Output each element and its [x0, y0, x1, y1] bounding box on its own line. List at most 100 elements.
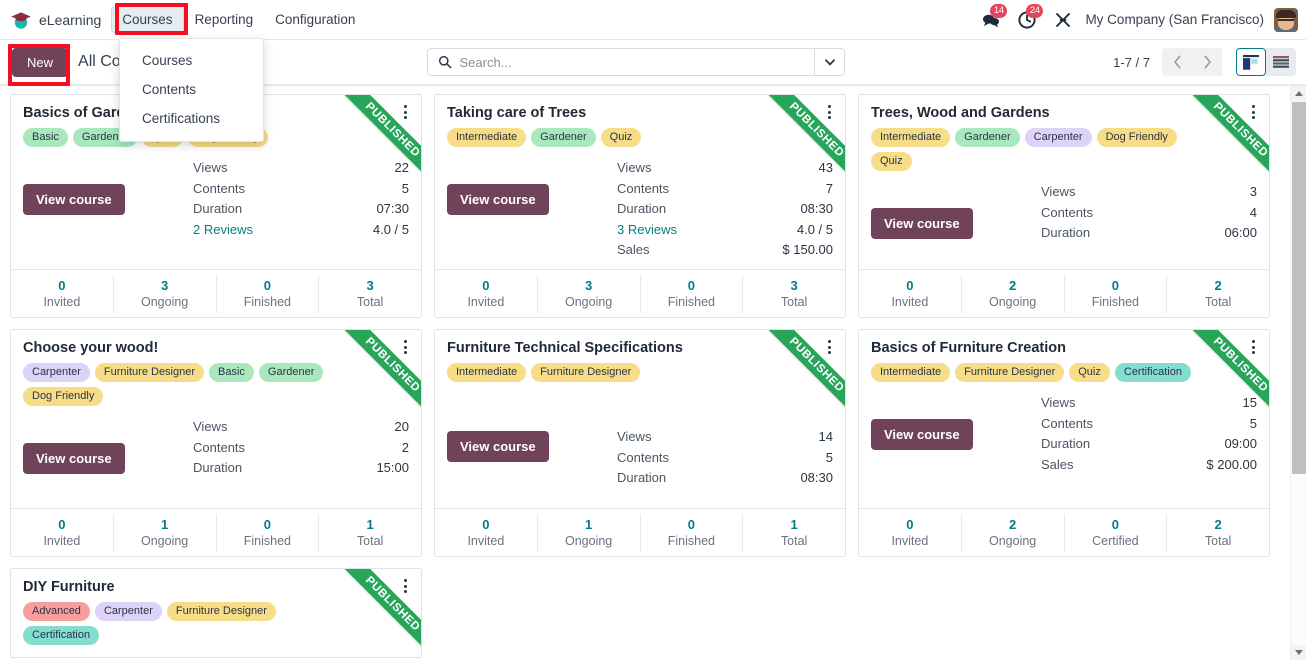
view-list-button[interactable] [1266, 48, 1296, 76]
nav-item-courses[interactable]: Courses [111, 6, 184, 33]
view-course-button[interactable]: View course [23, 443, 125, 474]
nav-item-configuration[interactable]: Configuration [264, 6, 366, 33]
dropdown-item-certifications[interactable]: Certifications [120, 104, 263, 133]
graduation-cap-icon [10, 9, 32, 31]
view-course-button[interactable]: View course [23, 184, 125, 215]
footer-cell-total[interactable]: 3 Total [743, 275, 845, 313]
footer-cell-invited[interactable]: 0 Invited [435, 513, 538, 552]
card-menu-button[interactable] [822, 103, 836, 121]
tag[interactable]: Furniture Designer [955, 363, 1065, 382]
tag[interactable]: Basic [209, 363, 254, 382]
tag[interactable]: Basic [23, 128, 68, 147]
tag[interactable]: Gardener [258, 363, 324, 382]
footer-cell-invited[interactable]: 0 Invited [859, 513, 962, 552]
scrollbar-down-button[interactable] [1291, 645, 1306, 660]
footer-cell-finished[interactable]: 0 Finished [217, 274, 320, 313]
footer-label: Finished [667, 294, 715, 309]
reviews-link[interactable]: 2 Reviews [193, 220, 313, 240]
tag[interactable]: Intermediate [447, 363, 527, 382]
tag[interactable]: Certification [1114, 363, 1191, 382]
vertical-scrollbar[interactable] [1290, 86, 1306, 660]
card-menu-button[interactable] [398, 103, 412, 121]
card-menu-button[interactable] [398, 577, 412, 595]
footer-cell-ongoing[interactable]: 2 Ongoing [962, 274, 1065, 313]
search-input[interactable]: Search... [428, 49, 814, 75]
view-course-button[interactable]: View course [447, 431, 549, 462]
footer-cell-certified[interactable]: 0 Certified [1065, 513, 1168, 552]
footer-cell-ongoing[interactable]: 3 Ongoing [114, 274, 217, 313]
tag[interactable]: Dog Friendly [1096, 128, 1177, 147]
tag[interactable]: Furniture Designer [531, 363, 641, 382]
course-card[interactable]: PUBLISHED Furniture Technical Specificat… [434, 329, 846, 557]
footer-cell-ongoing[interactable]: 3 Ongoing [538, 274, 641, 313]
course-card[interactable]: PUBLISHED Choose your wood! Carpenter Fu… [10, 329, 422, 557]
card-menu-button[interactable] [398, 338, 412, 356]
footer-cell-finished[interactable]: 0 Finished [641, 274, 744, 313]
stat-value: 5 [825, 449, 833, 465]
dropdown-item-courses[interactable]: Courses [120, 46, 263, 75]
messages-button[interactable]: 14 [981, 3, 1008, 30]
avatar[interactable] [1274, 7, 1298, 32]
tag[interactable]: Furniture Designer [94, 363, 205, 382]
tag[interactable]: Furniture Designer [166, 602, 276, 621]
stat-label: Duration [1041, 436, 1091, 451]
kanban-icon [1243, 54, 1259, 70]
company-switcher[interactable]: My Company (San Francisco) [1085, 12, 1264, 27]
view-kanban-button[interactable] [1236, 48, 1266, 76]
tag[interactable]: Carpenter [23, 363, 90, 382]
footer-cell-finished[interactable]: 0 Finished [1065, 274, 1168, 313]
footer-cell-total[interactable]: 3 Total [319, 275, 421, 313]
footer-cell-invited[interactable]: 0 Invited [11, 513, 114, 552]
course-card[interactable]: PUBLISHED Basics of Furniture Creation I… [858, 329, 1270, 557]
tag[interactable]: Quiz [1069, 363, 1110, 382]
footer-cell-ongoing[interactable]: 1 Ongoing [114, 513, 217, 552]
footer-cell-ongoing[interactable]: 1 Ongoing [538, 513, 641, 552]
pager-previous-button[interactable] [1162, 48, 1192, 76]
scrollbar-thumb[interactable] [1292, 102, 1306, 474]
view-course-button[interactable]: View course [871, 208, 973, 239]
tag[interactable]: Dog Friendly [23, 387, 104, 406]
view-course-button[interactable]: View course [447, 184, 549, 215]
card-header: Furniture Technical Specifications Inter… [435, 330, 845, 382]
debug-button[interactable] [1053, 10, 1073, 30]
tag[interactable]: Carpenter [1024, 128, 1092, 147]
footer-cell-ongoing[interactable]: 2 Ongoing [962, 513, 1065, 552]
card-menu-button[interactable] [1246, 338, 1260, 356]
tag[interactable]: Advanced [23, 602, 90, 621]
footer-cell-total[interactable]: 1 Total [743, 514, 845, 552]
footer-cell-total[interactable]: 1 Total [319, 514, 421, 552]
footer-cell-invited[interactable]: 0 Invited [11, 274, 114, 313]
search-dropdown-toggle[interactable] [814, 49, 845, 75]
tag[interactable]: Intermediate [871, 363, 951, 382]
card-menu-button[interactable] [822, 338, 836, 356]
activities-button[interactable]: 24 [1017, 3, 1044, 30]
scrollbar-up-button[interactable] [1291, 86, 1306, 101]
dropdown-item-contents[interactable]: Contents [120, 75, 263, 104]
footer-cell-finished[interactable]: 0 Finished [217, 513, 320, 552]
new-button[interactable]: New [12, 47, 69, 77]
stat-label: Contents [1041, 415, 1094, 431]
nav-item-reporting[interactable]: Reporting [184, 6, 265, 33]
course-card[interactable]: PUBLISHED Taking care of Trees Intermedi… [434, 94, 846, 318]
tag[interactable]: Quiz [600, 128, 642, 147]
tag[interactable]: Intermediate [447, 128, 527, 147]
footer-cell-total[interactable]: 2 Total [1167, 275, 1269, 313]
view-course-button[interactable]: View course [871, 419, 973, 450]
footer-cell-finished[interactable]: 0 Finished [641, 513, 744, 552]
course-card[interactable]: PUBLISHED Trees, Wood and Gardens Interm… [858, 94, 1270, 318]
app-brand[interactable]: eLearning [8, 5, 107, 35]
reviews-link[interactable]: 3 Reviews [617, 220, 730, 240]
tag[interactable]: Gardener [955, 128, 1020, 147]
footer-cell-invited[interactable]: 0 Invited [435, 274, 538, 313]
pager-next-button[interactable] [1192, 48, 1222, 76]
tag[interactable]: Carpenter [94, 602, 162, 621]
tag[interactable]: Quiz [871, 152, 912, 171]
footer-cell-total[interactable]: 2 Total [1167, 514, 1269, 552]
card-menu-button[interactable] [1246, 103, 1260, 121]
tag[interactable]: Certification [23, 626, 100, 645]
course-card[interactable]: PUBLISHED DIY Furniture Advanced Carpent… [10, 568, 422, 658]
pager[interactable]: 1-7 / 7 [1113, 55, 1150, 70]
tag[interactable]: Gardener [531, 128, 596, 147]
footer-cell-invited[interactable]: 0 Invited [859, 274, 962, 313]
tag[interactable]: Intermediate [871, 128, 951, 147]
